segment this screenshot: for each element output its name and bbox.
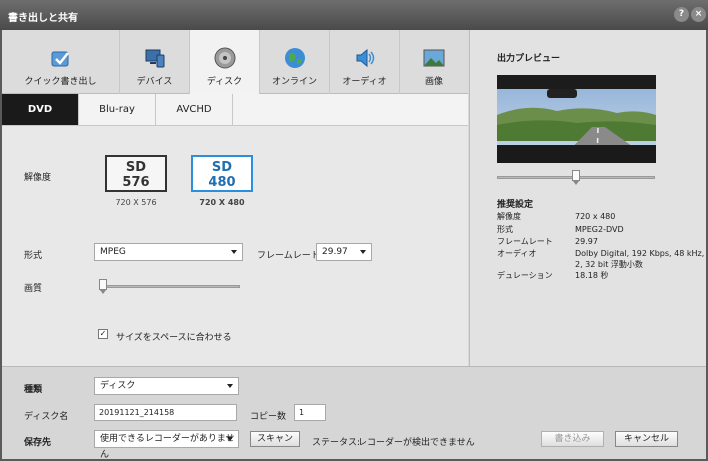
resolution-label: 解像度 (24, 173, 52, 183)
row-key: デュレーション (497, 271, 553, 280)
tab-online[interactable]: オンライン (260, 30, 330, 94)
output-panel: 種類 ディスク ディスク名 20191121_214158 コピー数 1 保存先… (2, 366, 706, 460)
row-value: 18.18 秒 (575, 271, 609, 280)
format-value: MPEG (100, 247, 126, 257)
row-value: 29.97 (575, 237, 598, 246)
chevron-down-icon (360, 250, 366, 254)
chevron-down-icon (227, 384, 233, 388)
window-title: 書き出しと共有 (8, 13, 78, 24)
quality-slider-track[interactable] (99, 285, 240, 288)
res-line2: 576 (122, 175, 150, 190)
export-dialog: クイック書き出し デバイス ディスク オンライン オーディオ 画像 DVD Bl… (2, 30, 706, 460)
tab-disc[interactable]: ディスク (190, 30, 260, 94)
preview-title: 出力プレビュー (497, 54, 561, 64)
tab-audio[interactable]: オーディオ (330, 30, 400, 94)
scan-button[interactable]: スキャン (250, 431, 300, 447)
framerate-dropdown[interactable]: 29.97 (316, 243, 372, 261)
resolution-caption-576: 720 X 576 (115, 198, 157, 207)
tab-image[interactable]: 画像 (400, 30, 468, 94)
tab-avchd[interactable]: AVCHD (156, 94, 233, 125)
framerate-value: 29.97 (322, 247, 348, 257)
chevron-down-icon (231, 250, 237, 254)
tab-bluray[interactable]: Blu-ray (79, 94, 156, 125)
save-to-dropdown[interactable]: 使用できるレコーダーがありません (94, 430, 239, 460)
row-value: Dolby Digital, 192 Kbps, 48 kHz, 2, 32 b… (575, 249, 705, 269)
tab-label: デバイス (136, 77, 173, 87)
res-line1: SD (125, 160, 147, 175)
tab-device[interactable]: デバイス (120, 30, 190, 94)
preview-image (497, 75, 656, 163)
device-icon (145, 49, 164, 68)
category-tabs: クイック書き出し デバイス ディスク オンライン オーディオ 画像 (2, 30, 468, 94)
res-line2: 480 (208, 175, 236, 190)
help-icon[interactable]: ? (674, 7, 689, 22)
close-icon[interactable]: × (691, 7, 706, 22)
preview-pane: 出力プレビュー 推奨設定 解像度 720 x 480 形式 MPEG2-DVD … (469, 30, 706, 366)
disc-name-input[interactable]: 20191121_214158 (94, 404, 237, 421)
row-key: オーディオ (497, 249, 537, 258)
fit-to-space-label: サイズをスペースに合わせる (116, 333, 232, 343)
status-value: レコーダーが検出できません (358, 438, 475, 448)
tab-label: ディスク (206, 77, 243, 87)
image-icon (423, 49, 445, 67)
row-key: 解像度 (497, 212, 521, 221)
format-dropdown[interactable]: MPEG (94, 243, 243, 261)
disc-name-label: ディスク名 (24, 412, 69, 422)
resolution-caption-480: 720 X 480 (199, 198, 245, 207)
settings-pane: クイック書き出し デバイス ディスク オンライン オーディオ 画像 DVD Bl… (2, 30, 468, 366)
row-value: MPEG2-DVD (575, 225, 624, 234)
res-line1: SD (211, 160, 233, 175)
write-button[interactable]: 書き込み (541, 431, 604, 447)
row-key: フレームレート (497, 237, 553, 246)
type-dropdown[interactable]: ディスク (94, 377, 239, 395)
disc-icon (214, 47, 235, 69)
row-key: 形式 (497, 225, 513, 234)
format-label: 形式 (24, 251, 43, 261)
type-label: 種類 (24, 385, 43, 395)
save-to-value: 使用できるレコーダーがありません (100, 434, 235, 460)
cancel-button[interactable]: キャンセル (615, 431, 678, 447)
format-tabs: DVD Blu-ray AVCHD (2, 94, 468, 126)
quality-slider-thumb[interactable] (99, 279, 107, 294)
status-label: ステータス: (312, 438, 361, 448)
quality-label: 画質 (24, 284, 43, 294)
tab-label: オーディオ (342, 77, 387, 87)
type-value: ディスク (100, 381, 136, 391)
framerate-label: フレームレート (257, 251, 320, 261)
globe-icon (284, 48, 305, 68)
resolution-option-480[interactable]: SD 480 (191, 155, 253, 192)
tab-label: 画像 (424, 77, 443, 87)
row-value: 720 x 480 (575, 212, 616, 221)
copies-label: コピー数 (250, 412, 287, 422)
tab-label: オンライン (271, 77, 317, 87)
title-bar: 書き出しと共有 ? × (0, 0, 708, 30)
preview-scrubber-thumb[interactable] (572, 170, 580, 185)
copies-input[interactable]: 1 (294, 404, 326, 421)
quick-export-icon (51, 51, 69, 67)
speaker-icon (356, 48, 374, 68)
recommended-title: 推奨設定 (497, 200, 534, 210)
tab-dvd[interactable]: DVD (2, 94, 79, 125)
tab-label: クイック書き出し (24, 77, 97, 87)
chevron-down-icon (227, 437, 233, 441)
fit-to-space-checkbox[interactable]: ✓ (98, 329, 108, 339)
tab-quick-export[interactable]: クイック書き出し (2, 30, 120, 94)
resolution-option-576[interactable]: SD 576 (105, 155, 167, 192)
save-to-label: 保存先 (24, 438, 52, 448)
